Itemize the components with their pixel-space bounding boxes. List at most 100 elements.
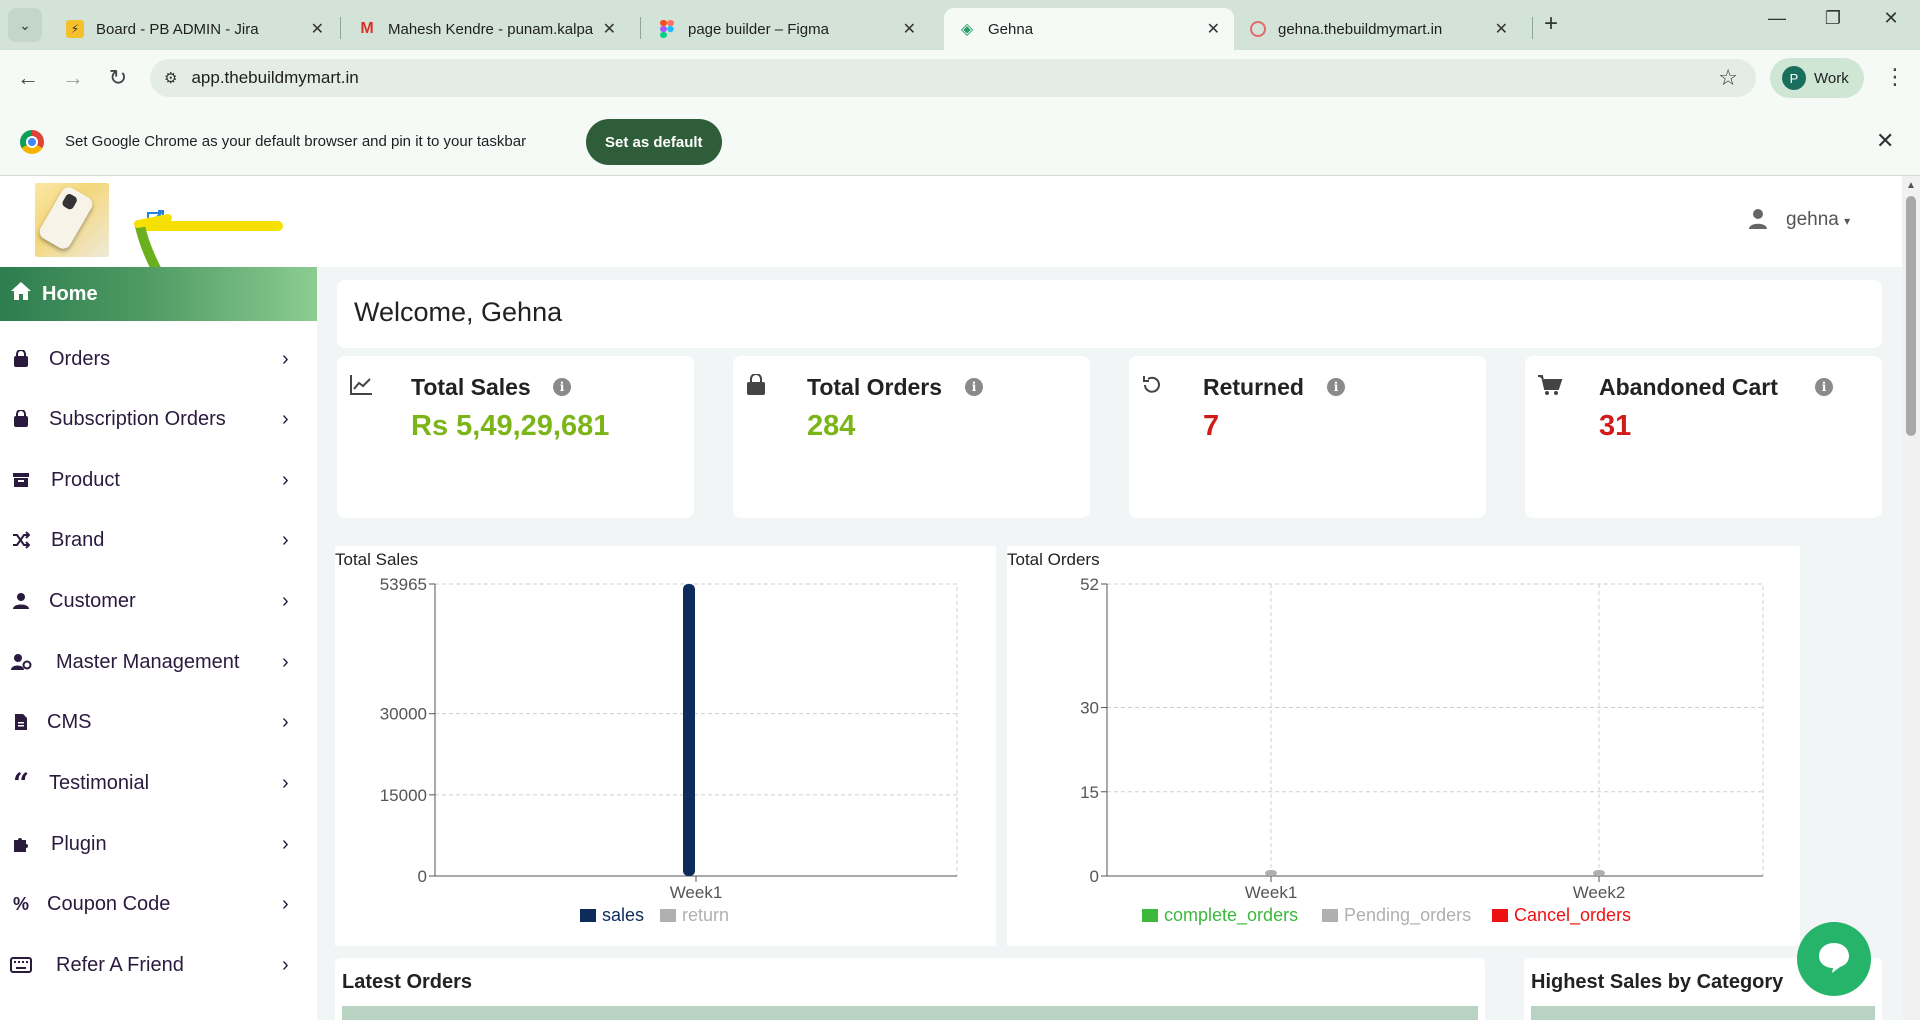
infobar-text: Set Google Chrome as your default browse… <box>65 133 527 150</box>
sidebar-item-label: Testimonial <box>49 771 150 794</box>
legend-swatch[interactable] <box>580 909 596 922</box>
bar-Pending_orders[interactable] <box>1593 870 1605 876</box>
sidebar-item-coupon-code[interactable]: % Coupon Code › <box>0 879 317 929</box>
tab-gehna[interactable]: ◈ Gehna ✕ <box>944 8 1234 50</box>
figma-icon <box>658 20 676 38</box>
address-bar[interactable]: ⚙ app.thebuildmymart.in ☆ <box>150 59 1756 97</box>
close-icon[interactable]: ✕ <box>903 19 916 39</box>
sidebar-item-subscription-orders[interactable]: Subscription Orders › <box>0 394 317 444</box>
chevron-right-icon: › <box>282 468 289 491</box>
chevron-right-icon: › <box>282 589 289 612</box>
chart-svg: 0 15 30 52 Week1 Week2 complete_orders Pending_… <box>1080 575 1764 926</box>
chevron-right-icon: › <box>282 650 289 673</box>
avatar: P <box>1782 66 1806 90</box>
user-menu[interactable]: gehna ▾ <box>1786 209 1850 231</box>
restore-icon[interactable]: ❐ <box>1818 8 1848 29</box>
caret-down-icon: ▾ <box>1844 214 1851 228</box>
chevron-right-icon: › <box>282 528 289 551</box>
table-header-bar <box>342 1006 1478 1020</box>
forward-arrow-icon[interactable]: → <box>59 66 87 90</box>
tab-separator <box>640 17 641 39</box>
sidebar-item-label: Product <box>51 468 120 491</box>
info-icon[interactable]: i <box>553 378 571 396</box>
tab-title: page builder – Figma <box>688 20 829 38</box>
bar-sales[interactable] <box>683 584 695 876</box>
page-title: Welcome, Gehna <box>354 297 563 327</box>
site-settings-icon[interactable]: ⚙ <box>164 69 177 87</box>
tab-site[interactable]: gehna.thebuildmymart.in ✕ <box>1236 8 1522 50</box>
star-icon[interactable]: ☆ <box>1718 65 1738 91</box>
legend-swatch[interactable] <box>660 909 676 922</box>
sidebar-item-home[interactable]: Home <box>0 267 317 321</box>
bar-Pending_orders[interactable] <box>1265 870 1277 876</box>
tab-figma[interactable]: page builder – Figma ✕ <box>644 8 930 50</box>
chevron-right-icon: › <box>282 771 289 794</box>
chat-bubble-icon <box>1815 938 1853 981</box>
reload-icon[interactable]: ↻ <box>104 66 132 90</box>
y-tick-label: 15 <box>1080 783 1099 802</box>
sidebar-item-cms[interactable]: CMS › <box>0 697 317 747</box>
chart-total-sales: Total Sales 0 15000 30000 53965 Week1 sales re… <box>335 546 996 946</box>
bag-icon <box>10 408 32 430</box>
info-icon[interactable]: i <box>1815 378 1833 396</box>
back-arrow-icon[interactable]: ← <box>14 66 42 90</box>
sidebar-item-brand[interactable]: Brand › <box>0 515 317 565</box>
jira-icon: ⚡ <box>66 20 84 38</box>
camera-shape <box>60 192 79 211</box>
legend-label[interactable]: sales <box>602 905 644 925</box>
new-tab-icon[interactable]: + <box>1544 10 1558 38</box>
panel-title: Latest Orders <box>342 971 473 993</box>
url-text[interactable]: app.thebuildmymart.in <box>191 68 358 88</box>
chart-line-icon <box>349 374 373 401</box>
sidebar-item-master-management[interactable]: Master Management › <box>0 637 317 687</box>
stat-title: Total Orders <box>807 374 943 400</box>
sidebar-item-refer-a-friend[interactable]: Refer A Friend › <box>0 940 317 990</box>
file-icon <box>10 711 32 733</box>
chat-button[interactable] <box>1797 922 1871 996</box>
stat-card-total-sales: Total Sales i Rs 5,49,29,681 <box>337 356 694 518</box>
minimize-icon[interactable]: — <box>1762 8 1792 29</box>
stat-value: Rs 5,49,29,681 <box>411 410 610 442</box>
tab-gmail[interactable]: M Mahesh Kendre - punam.kalpana ✕ <box>344 8 630 50</box>
chevron-right-icon: › <box>282 892 289 915</box>
set-default-button[interactable]: Set as default <box>586 119 722 165</box>
sidebar-item-testimonial[interactable]: “ Testimonial › <box>0 758 317 808</box>
stat-title: Returned <box>1203 374 1304 400</box>
menu-kebab-icon[interactable]: ⋮ <box>1884 64 1906 90</box>
close-icon[interactable]: ✕ <box>1876 128 1894 154</box>
legend-label[interactable]: Pending_orders <box>1344 905 1471 926</box>
x-tick-label: Week1 <box>1245 883 1298 902</box>
sidebar-item-customer[interactable]: Customer › <box>0 576 317 626</box>
sidebar-item-plugin[interactable]: Plugin › <box>0 819 317 869</box>
close-icon[interactable]: ✕ <box>311 19 324 39</box>
legend-label[interactable]: Cancel_orders <box>1514 905 1631 926</box>
profile-button[interactable]: P Work <box>1770 58 1864 98</box>
scrollbar-thumb[interactable] <box>1906 196 1916 436</box>
legend-swatch[interactable] <box>1142 909 1158 922</box>
close-icon[interactable]: ✕ <box>1495 19 1508 39</box>
legend-label[interactable]: return <box>682 905 729 925</box>
y-tick-label: 30000 <box>380 705 427 724</box>
info-icon[interactable]: i <box>1327 378 1345 396</box>
quote-icon: “ <box>12 766 30 800</box>
sidebar-item-label: Master Management <box>56 650 240 673</box>
close-window-icon[interactable]: ✕ <box>1876 8 1906 29</box>
close-icon[interactable]: ✕ <box>603 19 616 39</box>
page-scrollbar[interactable]: ▲ <box>1902 176 1920 1020</box>
scroll-up-icon[interactable]: ▲ <box>1906 180 1916 191</box>
tab-jira[interactable]: ⚡ Board - PB ADMIN - Jira ✕ <box>52 8 338 50</box>
legend-swatch[interactable] <box>1322 909 1338 922</box>
undo-icon <box>1141 374 1163 401</box>
tab-search-button[interactable]: ⌄ <box>8 8 42 42</box>
store-logo[interactable] <box>35 183 109 257</box>
legend-swatch[interactable] <box>1492 909 1508 922</box>
legend-label[interactable]: complete_orders <box>1164 905 1298 926</box>
user-gear-icon <box>10 651 32 673</box>
sidebar-item-product[interactable]: Product › <box>0 455 317 505</box>
page: gehna ▾ Home Orders › Subscription Order… <box>0 176 1920 1020</box>
info-icon[interactable]: i <box>965 378 983 396</box>
sidebar-item-label: Refer A Friend <box>56 953 184 976</box>
close-icon[interactable]: ✕ <box>1207 19 1220 39</box>
sidebar-item-orders[interactable]: Orders › <box>0 334 317 384</box>
chevron-right-icon: › <box>282 953 289 976</box>
